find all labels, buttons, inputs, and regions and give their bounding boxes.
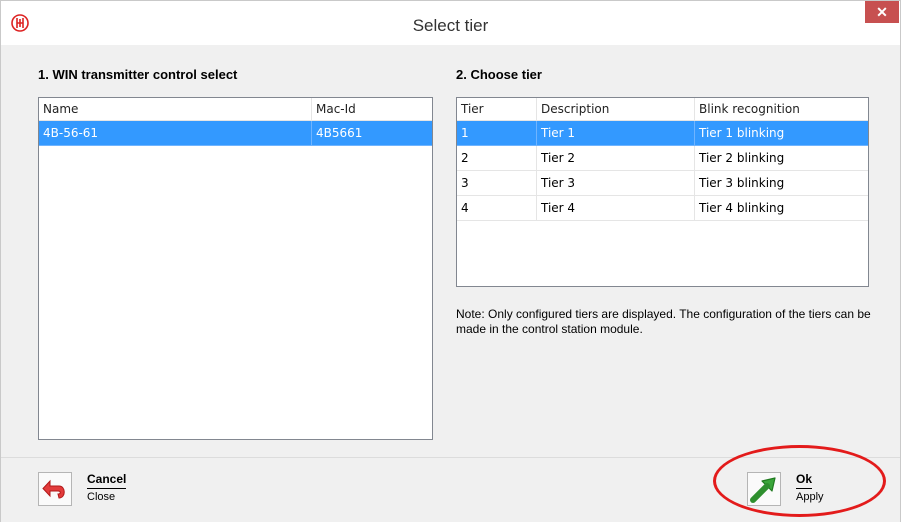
left-section-title: 1. WIN transmitter control select xyxy=(38,67,238,82)
ok-label: Ok xyxy=(796,472,813,489)
column-description[interactable]: Description xyxy=(537,98,695,120)
green-arrow-icon xyxy=(747,472,781,506)
tier-cell: 4 xyxy=(457,196,537,221)
column-name[interactable]: Name xyxy=(39,98,312,120)
undo-arrow-icon xyxy=(38,472,72,506)
window-title: Select tier xyxy=(412,16,489,35)
column-mac-id[interactable]: Mac-Id xyxy=(312,98,432,120)
ok-button[interactable]: Ok Apply xyxy=(747,472,847,508)
table-row[interactable]: 4 Tier 4 Tier 4 blinking xyxy=(457,196,868,221)
table-row[interactable]: 3 Tier 3 Tier 3 blinking xyxy=(457,171,868,196)
select-tier-dialog: Select tier ✕ 1. WIN transmitter control… xyxy=(0,0,901,522)
cancel-label: Cancel xyxy=(87,472,127,489)
table-row[interactable]: 1 Tier 1 Tier 1 blinking xyxy=(457,121,868,146)
blink-cell: Tier 4 blinking xyxy=(695,196,868,221)
transmitter-mac-cell: 4B5661 xyxy=(312,121,432,146)
tier-cell: 1 xyxy=(457,121,537,146)
blink-cell: Tier 1 blinking xyxy=(695,121,868,146)
cancel-button[interactable]: Cancel Close xyxy=(38,472,148,508)
title-bar: Select tier ✕ xyxy=(1,1,900,45)
column-tier[interactable]: Tier xyxy=(457,98,537,120)
blink-cell: Tier 3 blinking xyxy=(695,171,868,196)
tier-cell: 2 xyxy=(457,146,537,171)
description-cell: Tier 3 xyxy=(537,171,695,196)
ok-sublabel: Apply xyxy=(796,491,824,503)
transmitter-list[interactable]: Name Mac-Id 4B-56-61 4B5661 xyxy=(38,97,433,440)
description-cell: Tier 1 xyxy=(537,121,695,146)
column-blink-recognition[interactable]: Blink recognition xyxy=(695,98,868,120)
transmitter-list-header: Name Mac-Id xyxy=(39,98,432,121)
right-section-title: 2. Choose tier xyxy=(456,67,542,82)
tier-list[interactable]: Tier Description Blink recognition 1 Tie… xyxy=(456,97,869,287)
tier-list-header: Tier Description Blink recognition xyxy=(457,98,868,121)
table-row[interactable]: 4B-56-61 4B5661 xyxy=(39,121,432,146)
dialog-footer: Cancel Close Ok Apply xyxy=(1,457,900,522)
transmitter-name-cell: 4B-56-61 xyxy=(39,121,312,146)
close-button[interactable]: ✕ xyxy=(865,1,899,23)
description-cell: Tier 2 xyxy=(537,146,695,171)
cancel-sublabel: Close xyxy=(87,491,116,503)
tier-note: Note: Only configured tiers are displaye… xyxy=(456,307,871,336)
table-row[interactable]: 2 Tier 2 Tier 2 blinking xyxy=(457,146,868,171)
description-cell: Tier 4 xyxy=(537,196,695,221)
tier-cell: 3 xyxy=(457,171,537,196)
blink-cell: Tier 2 blinking xyxy=(695,146,868,171)
dialog-content: 1. WIN transmitter control select Name M… xyxy=(1,45,900,457)
